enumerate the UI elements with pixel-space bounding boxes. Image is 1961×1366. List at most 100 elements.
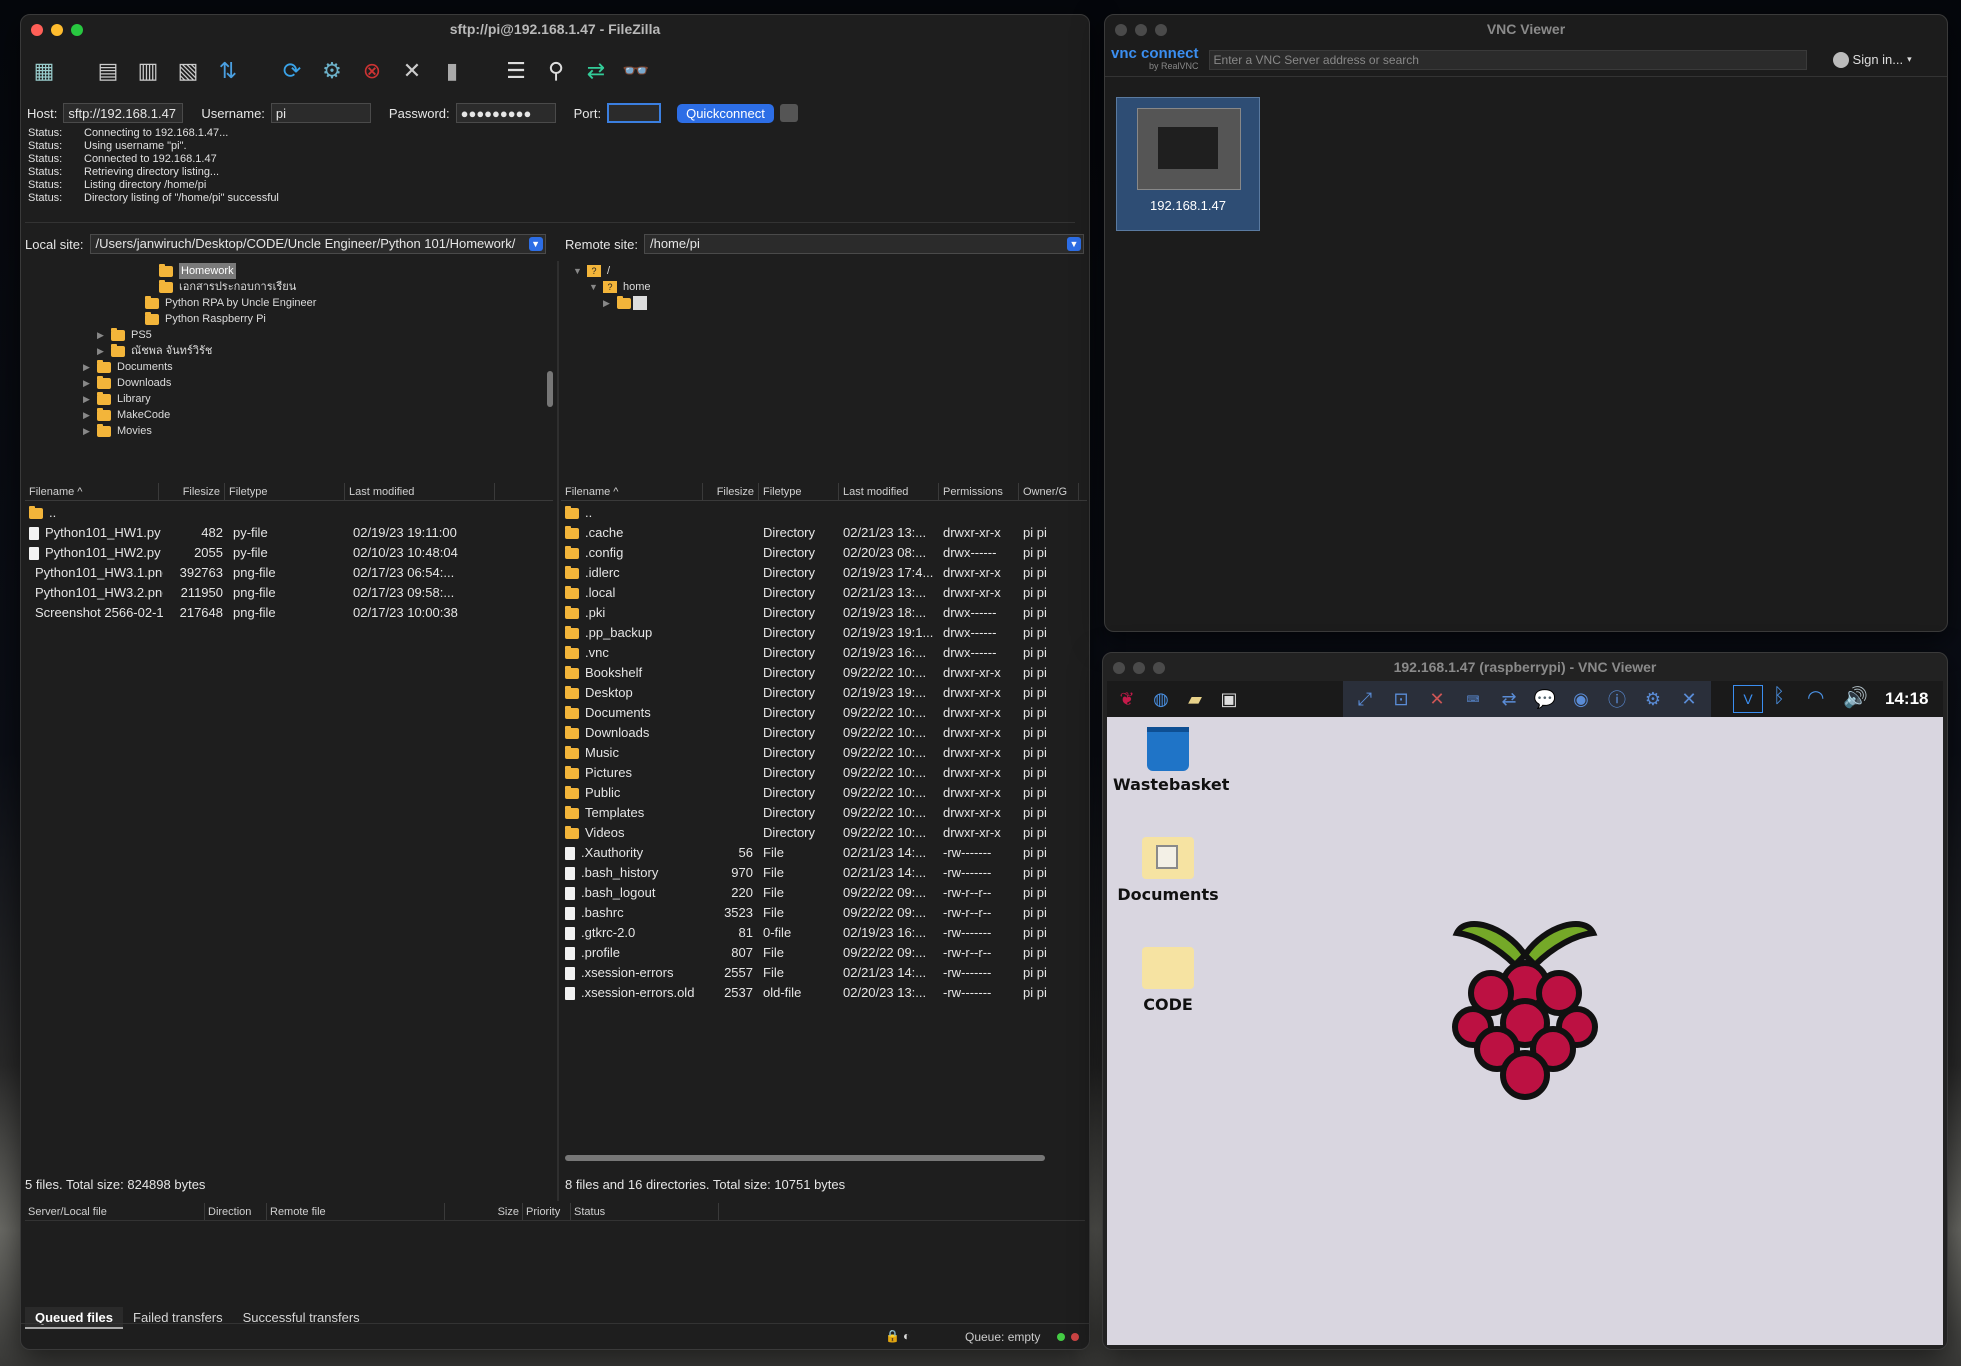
terminal-icon[interactable]: ▣ xyxy=(1215,685,1243,713)
tree-item[interactable]: ▶ Library xyxy=(83,391,151,407)
tree-item-pi[interactable]: ▶ xyxy=(603,295,647,311)
scale-icon[interactable]: ⊡ xyxy=(1385,685,1417,713)
disconnect-icon[interactable]: ✕ xyxy=(395,54,429,88)
toggle-transfer-queue-icon[interactable]: ⇅ xyxy=(211,54,245,88)
column-filename[interactable]: Filename ^ xyxy=(561,483,703,500)
chevron-right-icon[interactable]: ▶ xyxy=(83,375,91,391)
column-filename[interactable]: Filename ^ xyxy=(25,483,159,500)
tree-item[interactable]: ▶ Downloads xyxy=(83,375,171,391)
chevron-down-icon[interactable]: ▼ xyxy=(528,237,543,251)
host-input[interactable] xyxy=(63,103,184,123)
settings-icon[interactable]: ⚙ xyxy=(1637,685,1669,713)
volume-icon[interactable]: 🔊 xyxy=(1843,685,1868,710)
file-row[interactable]: Python101_HW3.2.png 211950 png-file 02/17/2… xyxy=(25,583,553,603)
file-row[interactable]: .bash_history 970 File 02/21/23 14:... -rw--… xyxy=(561,863,1087,883)
tree-item[interactable]: ▶ PS5 xyxy=(97,327,152,343)
column-filetype[interactable]: Filetype xyxy=(225,483,345,500)
column-last-modified[interactable]: Last modified xyxy=(345,483,495,500)
remote-horizontal-scrollbar[interactable] xyxy=(565,1155,1045,1161)
desktop-icon-wastebasket[interactable]: Wastebasket xyxy=(1113,727,1229,794)
file-row[interactable]: .. xyxy=(561,503,1087,523)
file-row[interactable]: .xsession-errors.old 2537 old-file 02/20/23… xyxy=(561,983,1087,1003)
username-input[interactable] xyxy=(270,103,371,123)
tree-item-home[interactable]: ▼? home xyxy=(589,279,651,295)
site-manager-icon[interactable]: ▦ xyxy=(27,54,61,88)
record-icon[interactable]: ◉ xyxy=(1565,685,1597,713)
chevron-down-icon[interactable]: ▼ xyxy=(573,263,582,279)
file-row[interactable]: Bookshelf Directory 09/22/22 10:... drwxr-x… xyxy=(561,663,1087,683)
tree-item-homework[interactable]: Homework xyxy=(159,263,236,279)
tree-scrollbar[interactable] xyxy=(547,371,553,407)
toggle-message-log-icon[interactable]: ▤ xyxy=(91,54,125,88)
file-row[interactable]: Downloads Directory 09/22/22 10:... drwxr-x… xyxy=(561,723,1087,743)
file-row[interactable]: .cache Directory 02/21/23 13:... drwxr-xr-x… xyxy=(561,523,1087,543)
column-server-local-file[interactable]: Server/Local file xyxy=(25,1203,205,1220)
file-row[interactable]: Videos Directory 09/22/22 10:... drwxr-xr-x… xyxy=(561,823,1087,843)
desktop-icon-documents[interactable]: Documents xyxy=(1113,837,1223,904)
audio-muted-icon[interactable]: ✕ xyxy=(1421,685,1453,713)
file-row[interactable]: .bashrc 3523 File 09/22/22 09:... -rw-r--r--… xyxy=(561,903,1087,923)
file-row[interactable]: .. xyxy=(25,503,553,523)
file-row[interactable]: .gtkrc-2.0 81 0-file 02/19/23 16:... -rw----… xyxy=(561,923,1087,943)
close-session-icon[interactable]: ✕ xyxy=(1673,685,1705,713)
chevron-right-icon[interactable]: ▶ xyxy=(603,295,611,311)
column-last-modified[interactable]: Last modified xyxy=(839,483,939,500)
file-row[interactable]: .vnc Directory 02/19/23 16:... drwx------ pi… xyxy=(561,643,1087,663)
file-row[interactable]: .local Directory 02/21/23 13:... drwxr-xr-x… xyxy=(561,583,1087,603)
refresh-icon[interactable]: ⟳ xyxy=(275,54,309,88)
synchronized-browsing-icon[interactable]: ⇄ xyxy=(579,54,613,88)
toggle-local-tree-icon[interactable]: ▥ xyxy=(131,54,165,88)
vnc-connection-tile[interactable]: 192.168.1.47 xyxy=(1116,97,1260,231)
tree-item[interactable]: ▶ ณัชพล จันทร์วิรัช xyxy=(97,343,212,359)
file-row[interactable]: .idlerc Directory 02/19/23 17:4... drwxr-xr… xyxy=(561,563,1087,583)
reconnect-icon[interactable]: ▮ xyxy=(435,54,469,88)
file-row[interactable]: .config Directory 02/20/23 08:... drwx-----… xyxy=(561,543,1087,563)
column-owner-group[interactable]: Owner/G xyxy=(1019,483,1079,500)
column-direction[interactable]: Direction xyxy=(205,1203,267,1220)
fullscreen-icon[interactable]: ⤢ xyxy=(1349,685,1381,713)
column-status[interactable]: Status xyxy=(571,1203,719,1220)
pane-divider[interactable] xyxy=(557,261,559,1201)
file-row[interactable]: Desktop Directory 02/19/23 19:... drwxr-xr-… xyxy=(561,683,1087,703)
column-permissions[interactable]: Permissions xyxy=(939,483,1019,500)
column-filesize[interactable]: Filesize xyxy=(159,483,225,500)
tree-item[interactable]: ▶ Movies xyxy=(83,423,152,439)
column-remote-file[interactable]: Remote file xyxy=(267,1203,445,1220)
tree-item[interactable]: ▶ Documents xyxy=(83,359,173,375)
chevron-right-icon[interactable]: ▶ xyxy=(83,423,91,439)
file-row[interactable]: .xsession-errors 2557 File 02/21/23 14:... -… xyxy=(561,963,1087,983)
column-filetype[interactable]: Filetype xyxy=(759,483,839,500)
tree-item[interactable]: Python Raspberry Pi xyxy=(145,311,266,327)
column-filesize[interactable]: Filesize xyxy=(703,483,759,500)
wifi-icon[interactable]: ◠ xyxy=(1807,685,1824,710)
file-row[interactable]: Public Directory 09/22/22 10:... drwxr-xr-x… xyxy=(561,783,1087,803)
file-row[interactable]: .profile 807 File 09/22/22 09:... -rw-r--r--… xyxy=(561,943,1087,963)
tree-item[interactable]: เอกสารประกอบการเรียน xyxy=(159,279,296,295)
tree-item-root[interactable]: ▼? / xyxy=(573,263,610,279)
file-row[interactable]: Python101_HW3.1.png 392763 png-file 02/17/2… xyxy=(25,563,553,583)
file-row[interactable]: Music Directory 09/22/22 10:... drwxr-xr-x p… xyxy=(561,743,1087,763)
file-row[interactable]: Pictures Directory 09/22/22 10:... drwxr-xr… xyxy=(561,763,1087,783)
ctrl-alt-del-icon[interactable]: ⌨ xyxy=(1457,685,1489,713)
chevron-down-icon[interactable]: ▼ xyxy=(1066,237,1081,251)
column-size[interactable]: Size xyxy=(445,1203,523,1220)
directory-comparison-icon[interactable]: ⚲ xyxy=(539,54,573,88)
password-input[interactable] xyxy=(455,103,556,123)
chevron-right-icon[interactable]: ▶ xyxy=(83,359,91,375)
file-row[interactable]: .pki Directory 02/19/23 18:... drwx------ pi… xyxy=(561,603,1087,623)
chevron-right-icon[interactable]: ▶ xyxy=(97,327,105,343)
port-input[interactable] xyxy=(607,103,662,123)
raspberry-menu-icon[interactable]: ❦ xyxy=(1113,685,1141,713)
file-row[interactable]: Templates Directory 09/22/22 10:... drwxr-x… xyxy=(561,803,1087,823)
desktop-icon-code[interactable]: CODE xyxy=(1113,947,1223,1014)
directory-listing-filters-icon[interactable]: ☰ xyxy=(499,54,533,88)
file-row[interactable]: Screenshot 2566-02-1... 217648 png-file 02/… xyxy=(25,603,553,623)
file-manager-icon[interactable]: ▰ xyxy=(1181,685,1209,713)
chevron-right-icon[interactable]: ▶ xyxy=(83,407,91,423)
file-row[interactable]: Python101_HW1.py 482 py-file 02/19/23 19:11… xyxy=(25,523,553,543)
file-row[interactable]: .bash_logout 220 File 09/22/22 09:... -rw-r-… xyxy=(561,883,1087,903)
file-row[interactable]: Python101_HW2.py 2055 py-file 02/10/23 10:4… xyxy=(25,543,553,563)
sign-in-button[interactable]: Sign in... ▾ xyxy=(1832,51,1912,68)
file-row[interactable]: Documents Directory 09/22/22 10:... drwxr-x… xyxy=(561,703,1087,723)
column-priority[interactable]: Priority xyxy=(523,1203,571,1220)
